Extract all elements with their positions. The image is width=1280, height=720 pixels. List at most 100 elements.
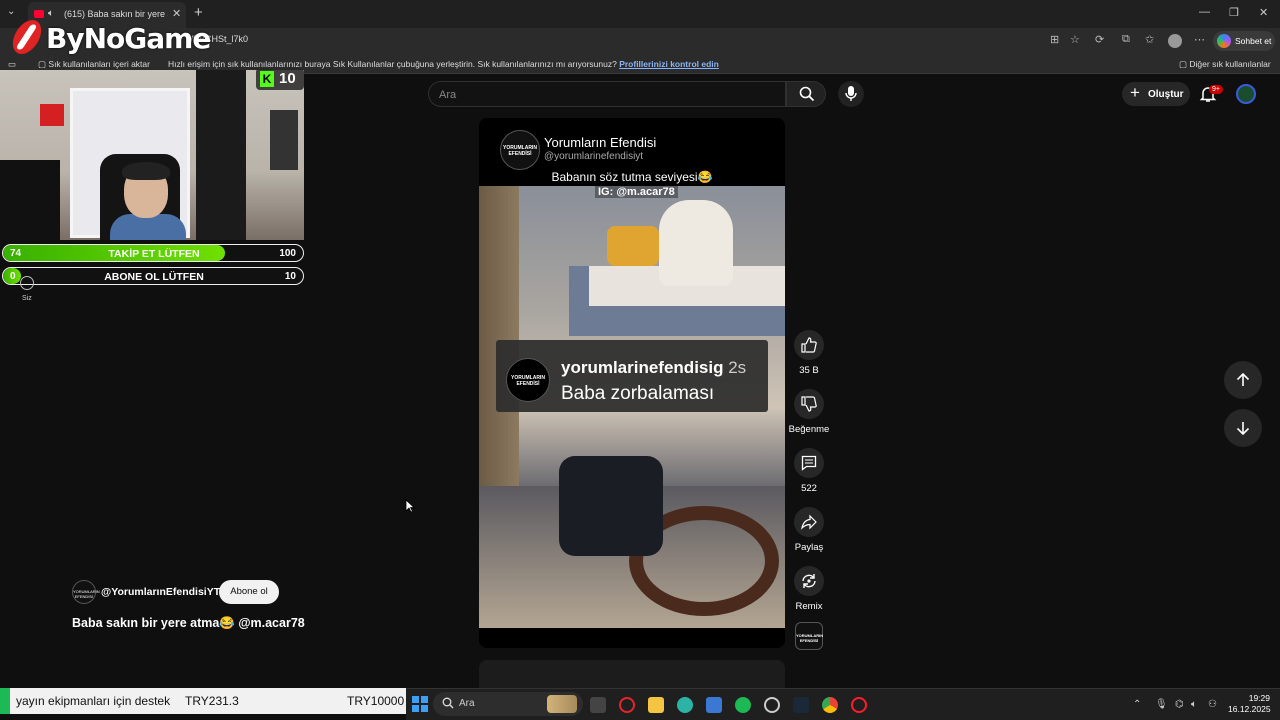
video-channel-name: Yorumların Efendisi (544, 135, 657, 150)
remix-icon (802, 574, 816, 588)
channel-avatar[interactable]: YORUMLARIN EFENDİSİ (72, 580, 100, 604)
like-button[interactable] (794, 330, 824, 360)
bookmark-menu-icon[interactable]: ▭ (8, 59, 16, 70)
video-watermark: IG: @m.acar78 (595, 186, 678, 198)
voice-search-button[interactable] (838, 81, 864, 107)
account-avatar[interactable] (1236, 84, 1256, 104)
remix-button[interactable] (794, 566, 824, 596)
turkish-flag (40, 104, 64, 126)
search-icon (799, 86, 815, 102)
plus-icon: + (1130, 83, 1140, 102)
opera-icon[interactable] (851, 697, 867, 713)
pillow (607, 226, 659, 266)
video-channel-handle: @yorumlarinefendisiyt (544, 151, 644, 162)
favorites-icon[interactable]: ✩ (1145, 33, 1154, 46)
search-highlight-image (547, 695, 577, 713)
arrow-down-icon (1236, 422, 1250, 435)
search-box (428, 81, 786, 107)
comment-user: yorumlarinefendisig 2s (561, 358, 747, 377)
import-favorites[interactable]: ▢ Sık kullanılanları içeri aktar (38, 59, 150, 70)
file-explorer-icon[interactable] (648, 697, 664, 713)
share-button[interactable] (794, 507, 824, 537)
comments-count: 522 (801, 483, 817, 494)
dislike-button[interactable] (794, 389, 824, 419)
search-input[interactable] (439, 87, 759, 103)
man-on-bed (659, 200, 733, 286)
sound-channel-avatar[interactable]: YORUMLARIN EFENDİSİ (795, 622, 823, 650)
bookmarks-hint: Hızlı erişim için sık kullanılanlarınızı… (168, 59, 719, 69)
kick-viewers-badge: K 10 (256, 68, 304, 90)
more-icon[interactable]: ⋯ (1194, 33, 1205, 46)
store-icon[interactable] (706, 697, 722, 713)
copilot-label: Sohbet et (1235, 36, 1272, 46)
tab-list-icon[interactable]: ⌄ (7, 6, 15, 17)
comment-avatar: YORUMLARIN EFENDİSİ (506, 358, 550, 402)
steam-icon[interactable] (793, 697, 809, 713)
refresh-icon[interactable]: ⟳ (1095, 33, 1104, 46)
app-icon[interactable]: ⊞ (1050, 33, 1059, 46)
share-icon (801, 514, 817, 530)
chrome-icon[interactable] (822, 697, 838, 713)
thumbs-up-icon (801, 337, 817, 353)
donation-ticker: yayın ekipmanları için destek TRY231.3 T… (0, 688, 406, 714)
other-favorites[interactable]: ▢ Diğer sık kullanılanlar (1179, 59, 1271, 70)
next-short-preview[interactable] (479, 660, 785, 690)
dislike-label: Beğenme (788, 424, 830, 435)
siz-label: Siz (22, 295, 32, 302)
restore-icon[interactable]: ❐ (1229, 6, 1239, 19)
tray-volume-icon[interactable]: 🔈︎ (1191, 699, 1197, 710)
follow-goal-bar: 74 TAKİP ET LÜTFEN 100 (2, 244, 304, 262)
clock-time: 19:29 (1248, 693, 1270, 703)
extensions-icon[interactable]: ⧉ (1122, 33, 1130, 46)
opera-gx-icon[interactable] (619, 697, 635, 713)
profiles-link[interactable]: Profillerinizi kontrol edin (619, 59, 719, 69)
subscribe-button[interactable]: Abone ol (219, 580, 279, 604)
comments-button[interactable] (794, 448, 824, 478)
favorite-star-icon[interactable]: ☆ (1070, 33, 1080, 46)
edge-icon[interactable] (677, 697, 693, 713)
profile-avatar[interactable] (1168, 34, 1182, 48)
follow-goal-target: 100 (279, 248, 296, 259)
close-tab-icon[interactable]: ✕ (172, 7, 181, 20)
previous-short-button[interactable] (1224, 361, 1262, 399)
windows-start-icon[interactable] (412, 696, 428, 712)
sub-goal-target: 10 (284, 271, 296, 282)
task-view-icon[interactable] (590, 697, 606, 713)
remix-label: Remix (795, 601, 823, 612)
tab-title: (615) Baba sakın bir yere atma (64, 9, 168, 19)
notification-badge: 9+ (1209, 85, 1223, 94)
taskbar-search[interactable]: Ara (433, 692, 583, 716)
comment-time: 2s (728, 358, 747, 377)
comment-text: Baba zorbalaması (561, 383, 715, 404)
ticker-amount: TRY231.3 (185, 694, 239, 708)
comment-overlay: YORUMLARIN EFENDİSİ yorumlarinefendisig … (496, 340, 768, 412)
suitcase (559, 456, 663, 556)
speaker-icon[interactable]: 🔈︎ (48, 8, 54, 19)
minimize-icon[interactable]: — (1199, 6, 1210, 18)
taskbar-clock[interactable]: 19:29 16.12.2025 (1228, 693, 1271, 715)
next-short-button[interactable] (1224, 409, 1262, 447)
kick-logo-icon: K (260, 71, 274, 87)
webcam-feed (0, 70, 304, 240)
taskbar-search-label: Ara (459, 698, 475, 709)
create-label: Oluştur (1148, 89, 1184, 100)
tray-battery-icon[interactable]: ⚇ (1208, 699, 1217, 710)
obs-icon[interactable] (764, 697, 780, 713)
channel-handle[interactable]: @YorumlarınEfendisiYT (101, 586, 220, 598)
search-button[interactable] (786, 81, 826, 107)
tray-network-icon[interactable]: ⌬ (1175, 699, 1184, 710)
logo-text: ByNoGame (46, 22, 211, 55)
spotify-icon[interactable] (735, 697, 751, 713)
clock-date: 16.12.2025 (1228, 704, 1271, 714)
ticker-text: yayın ekipmanları için destek (16, 694, 171, 708)
create-button[interactable]: + Oluştur (1122, 82, 1190, 106)
copilot-button[interactable]: Sohbet et (1213, 31, 1275, 51)
video-caption: Babanın söz tutma seviyesi😂 (551, 170, 713, 184)
mouse-cursor-icon (405, 499, 415, 513)
tray-overflow-icon[interactable]: ⌃ (1133, 699, 1141, 710)
close-window-icon[interactable]: ✕ (1259, 6, 1268, 19)
copilot-icon (1217, 34, 1231, 48)
tray-mic-icon[interactable]: 🎙︎ (1155, 699, 1168, 710)
new-tab-icon[interactable]: + (194, 4, 203, 21)
pc-case (0, 160, 60, 240)
